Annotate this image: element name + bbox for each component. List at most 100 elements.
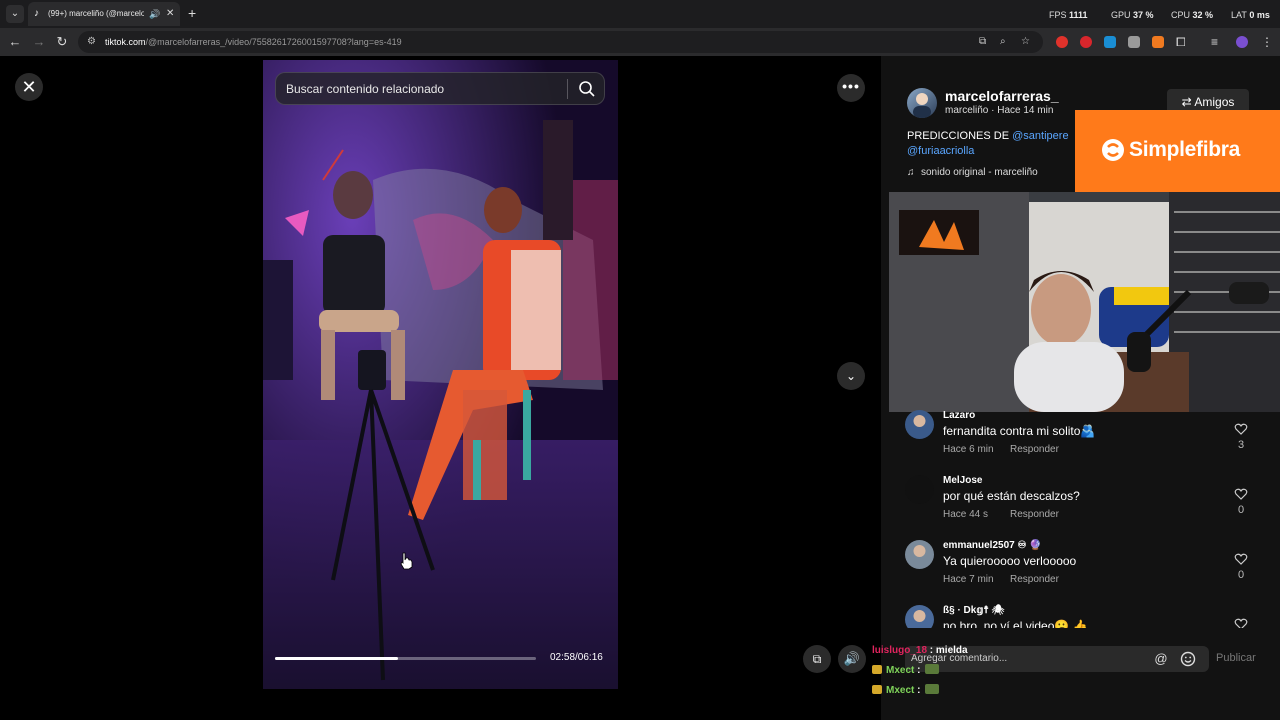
screen: ⌄ ♪ (99+) marceliño (@marcelofarreras_) …: [0, 0, 1280, 720]
next-video-button[interactable]: ⌄: [837, 362, 865, 390]
mention-link[interactable]: @santipere: [1012, 130, 1068, 142]
speaker-icon[interactable]: 🔊: [149, 7, 160, 21]
reply-button[interactable]: Responder: [1010, 508, 1059, 521]
install-app-icon[interactable]: ⧉: [979, 34, 986, 50]
sound-title: sonido original - marceliño: [921, 167, 1038, 178]
chat-separator: :: [914, 665, 924, 676]
extension-blue-icon[interactable]: [1104, 36, 1116, 48]
related-search-input[interactable]: Buscar contenido relacionado: [286, 81, 556, 97]
heart-icon[interactable]: [1234, 487, 1248, 501]
like-count: 3: [1237, 439, 1245, 451]
comment-time: Hace 6 min: [943, 444, 994, 455]
chat-username: Mxect: [886, 665, 915, 676]
music-note-icon: ♫: [907, 167, 915, 178]
profile-avatar-icon[interactable]: [1236, 36, 1248, 48]
stream-chat-overlay: luislugo_18 : mielda Mxect : Mxect :: [872, 644, 1072, 720]
video-player[interactable]: Buscar contenido relacionado 02:58/06:16: [263, 60, 618, 689]
sponsor-name: Simplefibra: [1129, 138, 1241, 161]
mention-at-icon[interactable]: @: [1153, 651, 1169, 667]
tab-close-icon[interactable]: ✕: [166, 7, 174, 21]
site-settings-icon[interactable]: ⚙: [87, 34, 96, 50]
subscriber-badge-icon: [872, 685, 882, 694]
commenter-username[interactable]: emmanuel2507 ♾ 🔮: [943, 540, 1042, 552]
comment-time: Hace 44 s: [943, 509, 989, 520]
chat-username: luislugo_18: [872, 645, 928, 656]
related-search-bar[interactable]: Buscar contenido relacionado: [275, 72, 605, 105]
commenter-avatar[interactable]: [905, 540, 934, 569]
bookmark-star-icon[interactable]: ☆: [1021, 34, 1030, 50]
tiktok-icon: ♪: [34, 8, 39, 19]
extension-gray-icon[interactable]: [1128, 36, 1140, 48]
cpu-readout: CPU 32 %: [1171, 10, 1214, 20]
chat-separator: :: [914, 685, 924, 696]
extensions-puzzle-icon[interactable]: ⧠: [1176, 33, 1186, 51]
author-avatar-image: [913, 93, 931, 118]
heart-icon[interactable]: [1234, 617, 1248, 628]
comment-item: Lazaro fernandita contra mi solito🫂 Hace 6…: [881, 410, 1280, 474]
emoji-icon[interactable]: [1180, 651, 1196, 667]
video-progress-bar[interactable]: [275, 657, 536, 660]
commenter-avatar[interactable]: [905, 410, 934, 439]
subscriber-badge-icon: [872, 665, 882, 674]
browser-tab[interactable]: ♪ (99+) marceliño (@marcelofarreras_) | …: [28, 2, 180, 26]
hand-cursor-icon: [400, 552, 413, 570]
address-bar[interactable]: ⚙ tiktok.com/@marcelofarreras_/video/755…: [78, 31, 1043, 53]
latency-readout: LAT 0 ms: [1231, 10, 1270, 20]
commenter-username[interactable]: Lazaro: [943, 410, 975, 422]
like-count: 0: [1237, 569, 1245, 581]
sound-link[interactable]: ♫ sonido original - marceliño: [907, 166, 1038, 180]
commenter-username[interactable]: MelJose: [943, 475, 982, 487]
search-icon[interactable]: [578, 80, 596, 98]
tab-title: (99+) marceliño (@marcelofarreras_) | Ti…: [48, 9, 144, 18]
video-frame: [263, 60, 618, 689]
post-description: PREDICCIONES DE @santipere @furiaacrioll…: [907, 129, 1087, 159]
swap-icon: ⇄: [1181, 95, 1195, 109]
new-tab-icon[interactable]: +: [188, 4, 196, 22]
reading-list-icon[interactable]: ≡: [1211, 33, 1218, 51]
more-dots-icon: •••: [842, 78, 860, 94]
tab-search-icon[interactable]: ⌄: [6, 5, 24, 23]
more-options-button[interactable]: •••: [837, 74, 865, 102]
author-username[interactable]: marcelofarreras_: [945, 87, 1059, 105]
mention-link[interactable]: @furiaacriolla: [907, 145, 974, 157]
chat-separator: :: [927, 645, 936, 656]
description-text: PREDICCIONES DE: [907, 130, 1013, 142]
webcam-frame: [889, 192, 1280, 412]
forward-icon[interactable]: →: [30, 33, 48, 51]
author-avatar[interactable]: [907, 88, 937, 118]
gpu-readout: GPU 37 %: [1111, 10, 1154, 20]
back-icon[interactable]: ←: [6, 33, 24, 51]
like-count: 0: [1237, 504, 1245, 516]
extension-adblock-icon[interactable]: [1080, 36, 1092, 48]
video-progress-fill: [275, 657, 398, 660]
comment-text: por qué están descalzos?: [943, 489, 1080, 503]
commenter-avatar[interactable]: [905, 475, 934, 504]
commenter-username[interactable]: ß§ · Dk𝕘☨ 🕷: [943, 605, 1004, 617]
search-divider: [567, 79, 568, 99]
extension-red-icon[interactable]: [1056, 36, 1068, 48]
comment-list: Lazaro fernandita contra mi solito🫂 Hace 6…: [881, 410, 1280, 628]
close-video-button[interactable]: ✕: [15, 73, 43, 101]
volume-button[interactable]: 🔊: [838, 645, 866, 673]
zoom-icon[interactable]: ⌕: [1000, 34, 1006, 50]
chat-username: Mxect: [886, 685, 915, 696]
reply-button[interactable]: Responder: [1010, 573, 1059, 586]
extension-orange-icon[interactable]: [1152, 36, 1164, 48]
heart-icon[interactable]: [1234, 552, 1248, 566]
picture-in-picture-button[interactable]: ⧉: [803, 645, 831, 673]
heart-icon[interactable]: [1234, 422, 1248, 436]
chat-message: Mxect :: [872, 684, 940, 698]
fps-readout: FPS 1111: [1049, 10, 1088, 20]
comments-panel: marcelofarreras_ marceliño · Hace 14 min…: [881, 56, 1280, 720]
browser-menu-icon[interactable]: ⋮: [1261, 33, 1273, 51]
reload-icon[interactable]: ↻: [53, 33, 71, 51]
commenter-avatar[interactable]: [905, 605, 934, 628]
chat-message: Mxect :: [872, 664, 940, 678]
publish-button[interactable]: Publicar: [1216, 651, 1256, 665]
video-time: 02:58/06:16: [550, 652, 603, 663]
tiktok-video-page: ✕ Buscar contenido relacionado 02:58/06:…: [0, 56, 1280, 720]
chat-emote-icon: [925, 684, 940, 694]
friends-button-label: Amigos: [1194, 95, 1235, 109]
reply-button[interactable]: Responder: [1010, 443, 1059, 456]
comment-text: no bro, no ví el video😕 👍: [943, 619, 1088, 628]
